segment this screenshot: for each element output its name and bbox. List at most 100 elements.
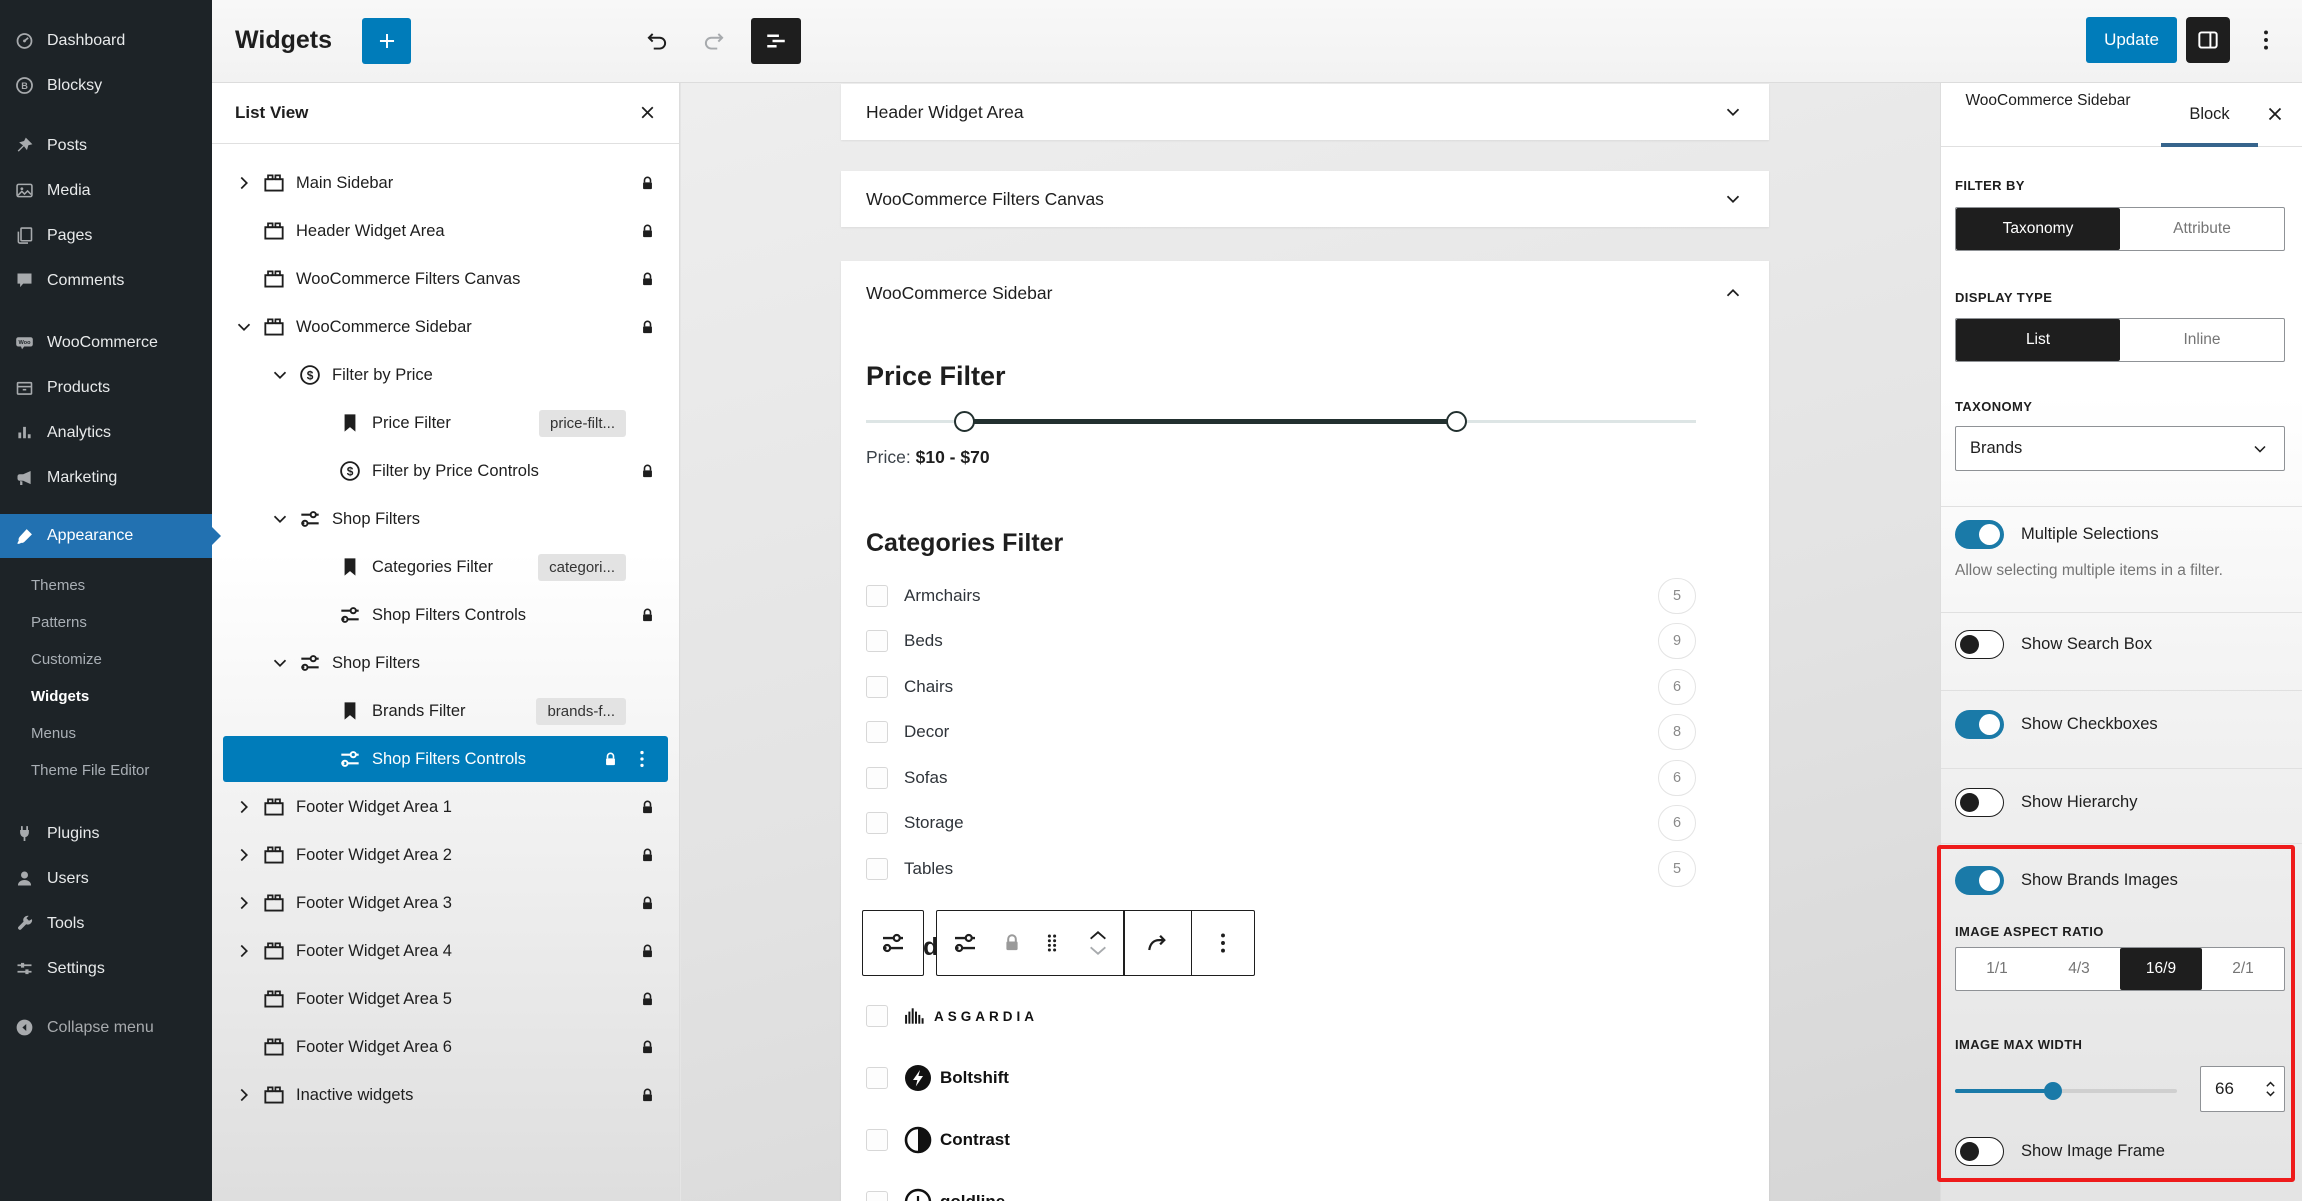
- tab-block[interactable]: Block: [2161, 82, 2258, 146]
- display-type-option-list[interactable]: List: [1956, 319, 2120, 361]
- number-stepper[interactable]: [2263, 1078, 2278, 1100]
- tree-row-footer-widget-area-6[interactable]: Footer Widget Area 6: [212, 1023, 679, 1071]
- tree-row-footer-widget-area-4[interactable]: Footer Widget Area 4: [212, 927, 679, 975]
- multiple-selections-toggle[interactable]: [1955, 520, 2004, 549]
- sidebar-item-analytics[interactable]: Analytics: [0, 410, 212, 455]
- move-up-down-control[interactable]: [1073, 911, 1123, 975]
- tree-row-brands-filter[interactable]: Brands Filterbrands-f...: [212, 687, 679, 735]
- tree-row-shop-filters-2[interactable]: Shop Filters: [212, 639, 679, 687]
- tree-row-footer-widget-area-3[interactable]: Footer Widget Area 3: [212, 879, 679, 927]
- accordion-toggle[interactable]: WooCommerce Filters Canvas: [841, 171, 1769, 227]
- tree-row-main-sidebar[interactable]: Main Sidebar: [212, 159, 679, 207]
- sidebar-item-plugins[interactable]: Plugins: [0, 811, 212, 856]
- tree-row-price-filter[interactable]: Price Filterprice-filt...: [212, 399, 679, 447]
- sidebar-item-users[interactable]: Users: [0, 856, 212, 901]
- expander-icon[interactable]: [268, 652, 292, 674]
- lock-button[interactable]: [993, 911, 1031, 975]
- expander-icon[interactable]: [232, 892, 256, 914]
- image-max-width-input[interactable]: [2201, 1078, 2263, 1100]
- expander-icon[interactable]: [232, 844, 256, 866]
- tab-woocommerce-sidebar[interactable]: WooCommerce Sidebar: [1959, 91, 2137, 111]
- block-inserter-button[interactable]: [362, 18, 411, 64]
- slider-handle-max[interactable]: [1446, 411, 1467, 432]
- aspect-option-16-9[interactable]: 16/9: [2120, 948, 2202, 990]
- tree-row-wc-filters-canvas[interactable]: WooCommerce Filters Canvas: [212, 255, 679, 303]
- settings-sidebar-toggle[interactable]: [2186, 17, 2230, 63]
- show-image-frame-toggle[interactable]: [1955, 1137, 2004, 1166]
- move-to-button[interactable]: [1125, 911, 1191, 975]
- filter-by-option-attribute[interactable]: Attribute: [2120, 208, 2284, 250]
- show-search-box-toggle[interactable]: [1955, 630, 2004, 659]
- display-type-option-inline[interactable]: Inline: [2120, 319, 2284, 361]
- tree-row-wc-sidebar[interactable]: WooCommerce Sidebar: [212, 303, 679, 351]
- category-checkbox[interactable]: [866, 721, 888, 743]
- aspect-option-2-1[interactable]: 2/1: [2202, 948, 2284, 990]
- block-options-button[interactable]: [1192, 911, 1254, 975]
- submenu-item-themes[interactable]: Themes: [0, 567, 212, 604]
- category-checkbox[interactable]: [866, 676, 888, 698]
- sidebar-item-products[interactable]: Products: [0, 365, 212, 410]
- show-hierarchy-toggle[interactable]: [1955, 788, 2004, 817]
- aspect-option-1-1[interactable]: 1/1: [1956, 948, 2038, 990]
- submenu-item-widgets[interactable]: Widgets: [0, 678, 212, 715]
- sidebar-item-marketing[interactable]: Marketing: [0, 455, 212, 500]
- options-menu-button[interactable]: [2244, 17, 2288, 63]
- brand-checkbox[interactable]: [866, 1067, 888, 1089]
- expander-icon[interactable]: [232, 796, 256, 818]
- tree-row-shop-filters-controls[interactable]: Shop Filters Controls: [212, 591, 679, 639]
- accordion-toggle[interactable]: Header Widget Area: [841, 84, 1769, 140]
- redo-button[interactable]: [693, 18, 735, 64]
- sidebar-item-comments[interactable]: Comments: [0, 258, 212, 303]
- slider-thumb[interactable]: [2044, 1082, 2062, 1100]
- tree-row-shop-filters-controls-selected[interactable]: Shop Filters Controls: [212, 735, 679, 783]
- sidebar-item-appearance[interactable]: Appearance: [0, 514, 212, 558]
- parent-block-selector-button[interactable]: [862, 910, 924, 976]
- category-checkbox[interactable]: [866, 812, 888, 834]
- slider-handle-min[interactable]: [954, 411, 975, 432]
- tree-row-footer-widget-area-2[interactable]: Footer Widget Area 2: [212, 831, 679, 879]
- taxonomy-select[interactable]: Brands: [1955, 426, 2285, 471]
- submenu-item-menus[interactable]: Menus: [0, 715, 212, 752]
- sidebar-item-settings[interactable]: Settings: [0, 946, 212, 991]
- submenu-item-customize[interactable]: Customize: [0, 641, 212, 678]
- show-brands-images-toggle[interactable]: [1955, 866, 2004, 895]
- show-checkboxes-toggle[interactable]: [1955, 710, 2004, 739]
- tree-row-footer-widget-area-1[interactable]: Footer Widget Area 1: [212, 783, 679, 831]
- tree-row-inactive-widgets[interactable]: Inactive widgets: [212, 1071, 679, 1119]
- tree-row-categories-filter[interactable]: Categories Filtercategori...: [212, 543, 679, 591]
- brand-checkbox[interactable]: [866, 1129, 888, 1151]
- submenu-item-theme-file-editor[interactable]: Theme File Editor: [0, 752, 212, 789]
- category-checkbox[interactable]: [866, 585, 888, 607]
- expander-icon[interactable]: [232, 172, 256, 194]
- tree-row-filter-by-price[interactable]: Filter by Price: [212, 351, 679, 399]
- tree-row-shop-filters[interactable]: Shop Filters: [212, 495, 679, 543]
- expander-icon[interactable]: [232, 940, 256, 962]
- collapse-menu-button[interactable]: Collapse menu: [0, 1005, 212, 1050]
- block-type-button[interactable]: [937, 911, 993, 975]
- filter-by-option-taxonomy[interactable]: Taxonomy: [1956, 208, 2120, 250]
- accordion-toggle[interactable]: WooCommerce Sidebar: [841, 261, 1769, 325]
- category-checkbox[interactable]: [866, 858, 888, 880]
- drag-handle[interactable]: [1031, 911, 1073, 975]
- sidebar-item-woocommerce[interactable]: WooCommerce: [0, 320, 212, 365]
- category-checkbox[interactable]: [866, 767, 888, 789]
- expander-icon[interactable]: [232, 316, 256, 338]
- submenu-item-patterns[interactable]: Patterns: [0, 604, 212, 641]
- sidebar-item-tools[interactable]: Tools: [0, 901, 212, 946]
- list-view-toggle-button[interactable]: [751, 18, 801, 64]
- sidebar-item-blocksy[interactable]: Blocksy: [0, 63, 212, 108]
- row-options-button[interactable]: [631, 748, 653, 770]
- sidebar-item-dashboard[interactable]: Dashboard: [0, 18, 212, 63]
- tree-row-footer-widget-area-5[interactable]: Footer Widget Area 5: [212, 975, 679, 1023]
- close-inspector-button[interactable]: [2263, 102, 2287, 126]
- sidebar-item-pages[interactable]: Pages: [0, 213, 212, 258]
- update-button[interactable]: Update: [2086, 17, 2177, 63]
- expander-icon[interactable]: [268, 364, 292, 386]
- tree-row-filter-by-price-controls[interactable]: Filter by Price Controls: [212, 447, 679, 495]
- close-list-view-button[interactable]: [636, 101, 659, 124]
- tree-row-header-widget-area[interactable]: Header Widget Area: [212, 207, 679, 255]
- sidebar-item-media[interactable]: Media: [0, 168, 212, 213]
- sidebar-item-posts[interactable]: Posts: [0, 123, 212, 168]
- brand-checkbox[interactable]: [866, 1005, 888, 1027]
- expander-icon[interactable]: [232, 1084, 256, 1106]
